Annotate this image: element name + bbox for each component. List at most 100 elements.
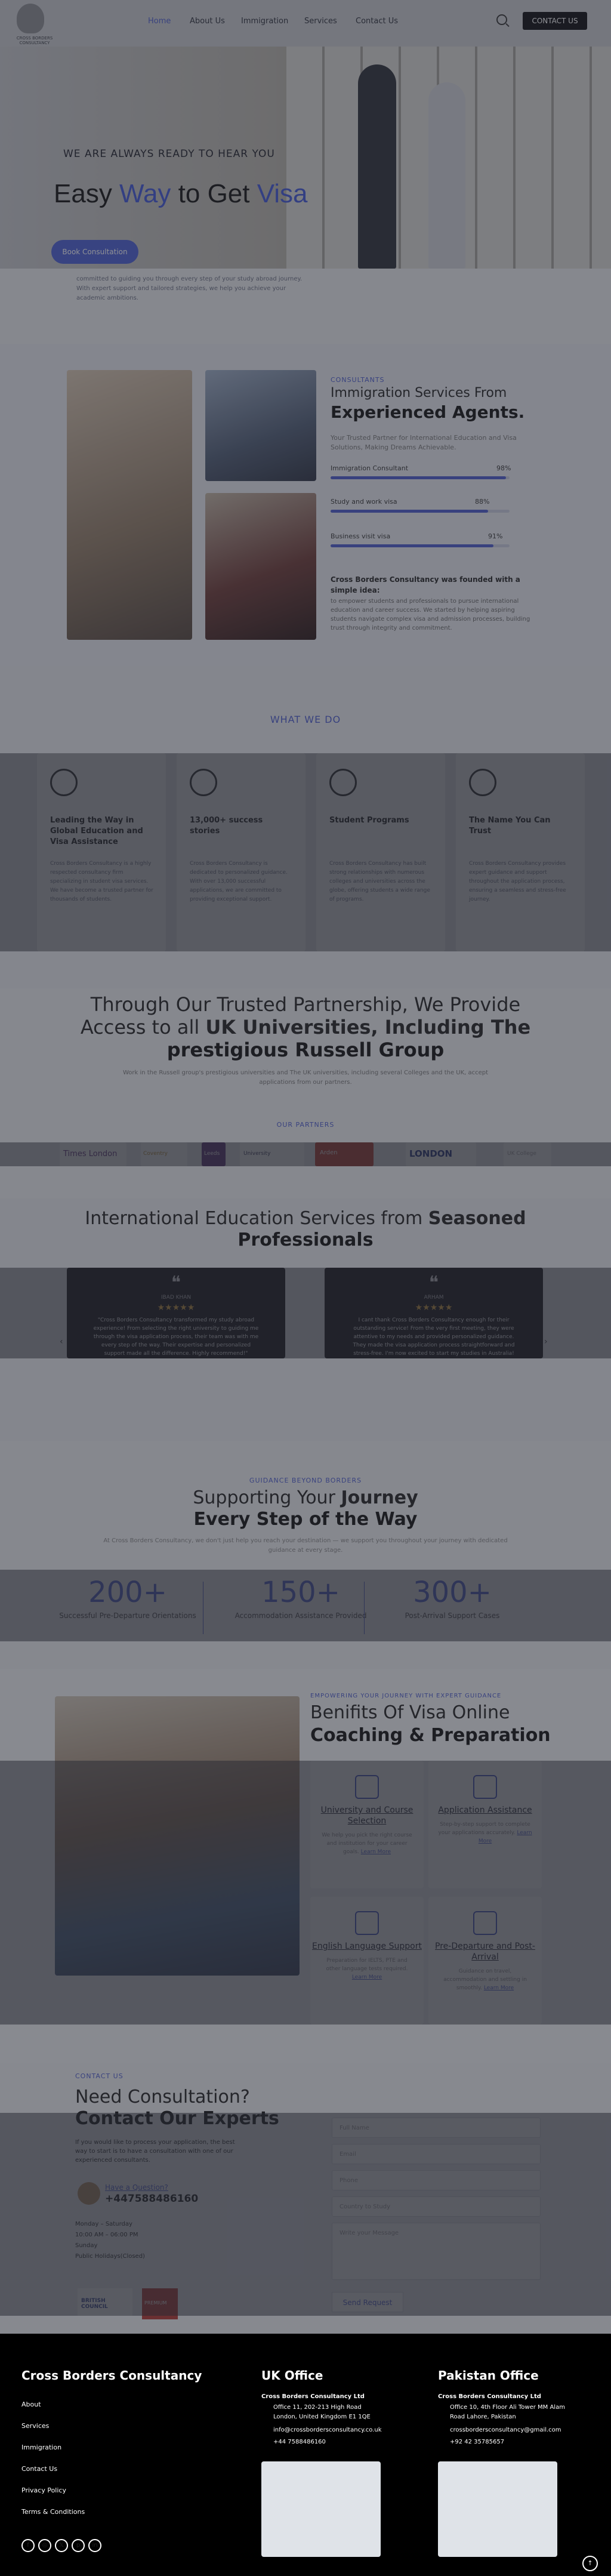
footer-link[interactable]: Contact Us: [21, 2465, 57, 2473]
prev-arrow-icon[interactable]: ‹: [60, 1337, 63, 1346]
pk-office-name: Cross Borders Consultancy Ltd: [438, 2393, 541, 2400]
next-arrow-icon[interactable]: ›: [544, 1337, 548, 1346]
hero-paragraph: committed to guiding you through every s…: [76, 276, 303, 301]
have-question-link[interactable]: Have a Question?: [105, 2183, 168, 2192]
stat-block: 200+ Successful Pre-Departure Orientation…: [59, 1576, 196, 1620]
benefit-title[interactable]: English Language Support: [310, 1941, 424, 1952]
nav-services[interactable]: Services: [304, 17, 337, 26]
about-paragraph: to empower students and professionals to…: [331, 598, 530, 631]
footer-link[interactable]: About: [21, 2401, 41, 2408]
partner-logo: Leeds: [202, 1142, 226, 1166]
email-input[interactable]: Email: [332, 2144, 541, 2164]
partners-line-1: Through Our Trusted Partnership, We Prov…: [90, 993, 521, 1016]
quote-icon: ❝: [428, 1272, 439, 1293]
nav-home[interactable]: Home: [148, 17, 171, 26]
uk-email[interactable]: info@crossbordersconsultancy.co.uk: [273, 2426, 382, 2435]
founded-heading: Cross Borders Consultancy was founded wi…: [331, 575, 520, 594]
instagram-icon[interactable]: ◎: [38, 2539, 51, 2552]
hero-woman-image: [428, 82, 465, 269]
team-photo: [205, 370, 316, 481]
students-icon: [329, 769, 357, 796]
footer-link[interactable]: Immigration: [21, 2443, 61, 2451]
feature-title: Student Programs: [329, 816, 409, 825]
partner-logo: LONDON: [406, 1142, 476, 1166]
bar-label: Study and work visa: [331, 498, 397, 506]
full-name-input[interactable]: Full Name: [332, 2118, 541, 2138]
students-photo: [67, 370, 192, 640]
testimonial-card: ❝ ARHAM ★★★★★ I cant thank Cross Borders…: [325, 1268, 543, 1358]
consultants-subtitle: Your Trusted Partner for International E…: [331, 434, 517, 451]
facebook-icon[interactable]: f: [21, 2539, 35, 2552]
feature-title: 13,000+ success stories: [190, 816, 263, 836]
benefit-card[interactable]: Pre-Departure and Post-Arrival Guidance …: [428, 1897, 542, 2025]
stat-block: 150+ Accommodation Assistance Provided: [234, 1576, 367, 1620]
hero-title: Easy Way to Get Visa: [54, 179, 308, 208]
quote-icon: ❝: [171, 1272, 181, 1293]
uk-phone[interactable]: +44 7588486160: [273, 2438, 326, 2447]
language-icon: [355, 1911, 379, 1935]
testimonials-title-2: Professionals: [237, 1230, 374, 1250]
footer-link[interactable]: Terms & Conditions: [21, 2508, 85, 2516]
bar-label: Business visit visa: [331, 532, 391, 540]
partner-logo: Times London: [60, 1142, 126, 1166]
send-request-button[interactable]: Send Request: [332, 2292, 403, 2312]
scroll-top-icon[interactable]: ↑: [582, 2556, 598, 2571]
premium-badge: PREMIUM: [142, 2288, 178, 2319]
feature-title: Leading the Way in Global Education and …: [50, 816, 143, 846]
phone-number[interactable]: +447588486160: [105, 2193, 198, 2205]
pk-office-title: Pakistan Office: [438, 2368, 539, 2383]
brand-logo[interactable]: [17, 4, 44, 33]
contact-us-button[interactable]: CONTACT US: [523, 12, 587, 30]
search-icon[interactable]: [496, 14, 507, 25]
bar-percent: 91%: [488, 532, 503, 540]
message-textarea[interactable]: Write your Message: [332, 2223, 541, 2280]
pk-email[interactable]: crossbordersconsultancy@gmail.com: [450, 2426, 561, 2435]
consultants-title-bold: Experienced Agents.: [331, 402, 525, 422]
testimonial-text: "Cross Borders Consultancy transformed m…: [93, 1317, 259, 1357]
form-icon: [473, 1775, 497, 1799]
plane-icon: [473, 1911, 497, 1935]
testimonial-name: ARHAM: [424, 1295, 444, 1301]
contact-text: If you would like to process your applic…: [75, 2139, 235, 2164]
nav-about[interactable]: About Us: [190, 17, 225, 26]
uk-office-title: UK Office: [261, 2368, 323, 2383]
footer-link[interactable]: Services: [21, 2422, 49, 2430]
benefit-title[interactable]: Pre-Departure and Post-Arrival: [428, 1941, 542, 1962]
nav-contact[interactable]: Contact Us: [356, 17, 398, 26]
partners-line-2: Access to all UK Universities, Including…: [80, 1016, 531, 1039]
benefit-card[interactable]: University and Course Selection We help …: [310, 1761, 424, 1888]
award-icon: [190, 769, 217, 796]
consultants-kicker: CONSULTANTS: [331, 376, 385, 384]
benefit-text: Preparation for IELTS, PTE and other lan…: [326, 1958, 408, 1980]
benefit-title[interactable]: Application Assistance: [428, 1805, 542, 1816]
uk-office-name: Cross Borders Consultancy Ltd: [261, 2393, 365, 2400]
feature-text: Cross Borders Consultancy is a highly re…: [50, 861, 153, 902]
feature-title: The Name You Can Trust: [469, 816, 551, 836]
stats-title: Supporting Your Journey: [193, 1487, 418, 1508]
partners-kicker: OUR PARTNERS: [276, 1121, 335, 1129]
bar-percent: 88%: [475, 498, 490, 506]
contact-title-bold: Contact Our Experts: [75, 2108, 279, 2129]
pinterest-icon[interactable]: p: [72, 2539, 85, 2552]
uk-map[interactable]: [261, 2461, 381, 2557]
stats-kicker: GUIDANCE BEYOND BORDERS: [249, 1477, 362, 1484]
book-consultation-button[interactable]: Book Consultation: [51, 240, 138, 264]
phone-input[interactable]: Phone: [332, 2170, 541, 2190]
progress-bar: [331, 510, 510, 513]
benefit-title[interactable]: University and Course Selection: [310, 1805, 424, 1826]
feature-card: Student Programs Cross Borders Consultan…: [316, 753, 445, 951]
footer-link[interactable]: Privacy Policy: [21, 2486, 66, 2494]
benefit-card[interactable]: Application Assistance Step-by-step supp…: [428, 1761, 542, 1888]
pk-map[interactable]: [438, 2461, 557, 2557]
contact-title: Need Consultation?: [75, 2087, 250, 2107]
linkedin-icon[interactable]: in: [88, 2539, 101, 2552]
pk-phone[interactable]: +92 42 35785657: [450, 2438, 504, 2447]
testimonial-text: I cant thank Cross Borders Consultancy e…: [353, 1317, 515, 1357]
x-icon[interactable]: 𝕏: [55, 2539, 68, 2552]
nav-immigration[interactable]: Immigration: [241, 17, 288, 26]
country-select[interactable]: Country to Study: [332, 2196, 541, 2217]
benefit-card[interactable]: English Language Support Preparation for…: [310, 1897, 424, 2025]
globe-icon: [50, 769, 78, 796]
hero-man-image: [358, 64, 396, 269]
testimonial-card: ❝ IBAD KHAN ★★★★★ "Cross Borders Consult…: [67, 1268, 285, 1358]
